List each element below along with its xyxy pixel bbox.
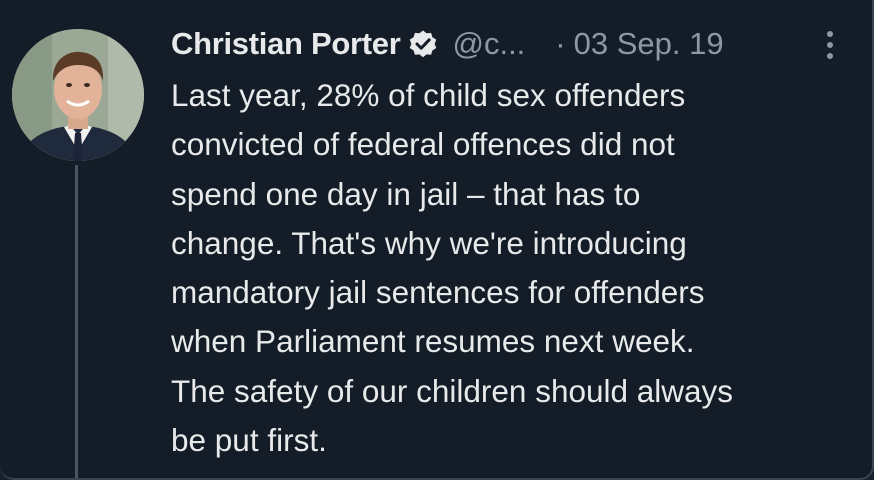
tweet-text-line: spend one day in jail – that has to bbox=[171, 175, 641, 212]
tweet-header: Christian Porter @c... · 03 Sep. 19 bbox=[171, 18, 851, 70]
separator-dot: · bbox=[555, 26, 566, 61]
author-handle[interactable]: @c... bbox=[452, 26, 525, 62]
avatar-portrait bbox=[12, 29, 144, 161]
tweet-card[interactable]: Christian Porter @c... · 03 Sep. 19 Last… bbox=[0, 0, 874, 480]
tweet-text-line: mandatory jail sentences for offenders bbox=[171, 274, 705, 311]
author-name[interactable]: Christian Porter bbox=[171, 26, 401, 62]
more-vertical-icon[interactable] bbox=[826, 30, 834, 60]
avatar[interactable] bbox=[12, 29, 144, 161]
tweet-text: Last year, 28% of child sex offenders co… bbox=[171, 71, 861, 465]
tweet-date[interactable]: 03 Sep. 19 bbox=[574, 26, 724, 62]
tweet-text-line: The safety of our children should always bbox=[171, 372, 734, 409]
tweet-text-line: be put first. bbox=[171, 422, 327, 459]
tweet-text-line: convicted of federal offences did not bbox=[171, 126, 675, 163]
thread-line bbox=[75, 165, 78, 478]
tweet-text-line: when Parliament resumes next week. bbox=[171, 323, 695, 360]
verified-badge-icon bbox=[408, 29, 438, 59]
tweet-text-line: change. That's why we're introducing bbox=[171, 224, 687, 261]
tweet-text-line: Last year, 28% of child sex offenders bbox=[171, 77, 686, 113]
